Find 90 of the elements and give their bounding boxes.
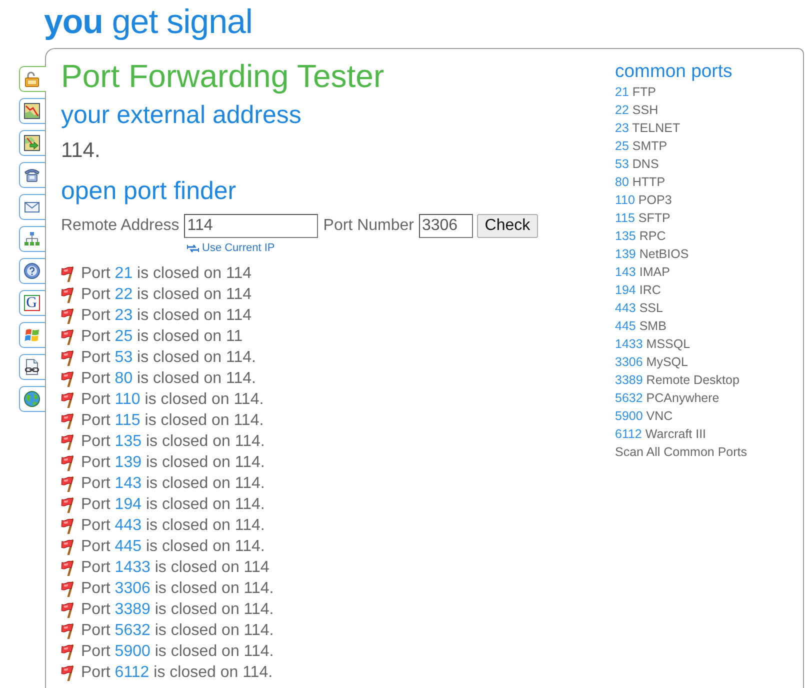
map-chart-icon [24,103,40,119]
common-port-link[interactable]: 3389 Remote Desktop [615,371,740,389]
port-status-text: Port 3389 is closed on 114. [81,600,274,620]
port-status-text: Port 135 is closed on 114. [81,432,265,452]
network-tree-icon [24,231,40,247]
field-label: Remote Address [61,216,180,236]
common-port-link[interactable]: 443 SSL [615,299,663,317]
port-status-text: Port 5900 is closed on 114. [81,642,274,662]
port-number-link[interactable]: 139 [114,454,142,470]
tool-tab[interactable]: G [19,290,45,316]
external-address-value: 114. [61,138,100,164]
port-status-text: Port 6112 is closed on 114. [81,662,273,682]
port-number-link[interactable]: 194 [114,496,142,512]
padlock-icon [24,71,40,87]
port-number-link[interactable]: 443 [114,516,142,534]
port-number-link[interactable]: 25 [114,328,133,344]
common-port-link[interactable]: 3306 MySQL [615,353,688,371]
port-status-text: Port 3306 is closed on 114. [81,578,274,598]
port-number-link[interactable]: 110 [114,390,140,408]
common-port-link[interactable]: 23 TELNET [615,119,680,137]
port-status-text: Port 22 is closed on 114 [81,284,252,304]
port-number-link[interactable]: 6112 [114,664,150,680]
document-link-icon [24,359,40,375]
port-number-link[interactable]: 21 [114,264,133,282]
port-number-link[interactable]: 53 [114,348,133,366]
port-number-link[interactable]: 115 [114,412,140,428]
port-number-link[interactable]: 445 [114,538,142,554]
port-number-link[interactable]: 5900 [114,642,150,660]
site-logo[interactable]: you get signal [44,3,252,41]
port-status-text: Port 23 is closed on 114 [81,306,252,326]
refresh-arrows-icon [187,244,199,252]
port-status-text: Port 139 is closed on 114. [81,452,265,472]
port-number-link[interactable]: 3389 [114,600,150,618]
field-label: Port Number [323,216,414,236]
port-status-text: Port 1433 is closed on 114 [81,558,270,578]
port-number-link[interactable]: 23 [114,306,133,324]
remote-address-input[interactable]: 114 [184,214,318,238]
help-icon [24,263,40,279]
common-port-link[interactable]: 5900 VNC [615,407,673,425]
port-status-text: Port 80 is closed on 114. [81,368,256,388]
tool-tab[interactable] [19,98,45,124]
port-status-text: Port 443 is closed on 114. [81,516,265,536]
scan-all-ports-link[interactable]: Scan All Common Ports [615,443,747,461]
port-number-link[interactable]: 135 [114,432,142,450]
section-heading: open port finder [61,176,236,206]
port-number-link[interactable]: 3306 [114,580,150,596]
common-port-link[interactable]: 6112 Warcraft III [615,425,706,443]
tool-tab[interactable] [19,130,45,156]
common-port-link[interactable]: 5632 PCAnywhere [615,389,720,407]
port-number-link[interactable]: 143 [114,474,142,492]
letter-tile-icon: G [24,295,40,311]
port-number-link[interactable]: 5632 [114,622,150,638]
port-number-link[interactable]: 80 [114,370,133,386]
tool-tab[interactable] [19,354,45,380]
common-port-link[interactable]: 139 NetBIOS [615,245,689,263]
port-status-text: Port 25 is closed on 11 [81,326,243,346]
common-port-link[interactable]: 1433 MSSQL [615,335,690,353]
port-status-text: Port 115 is closed on 114. [81,410,264,430]
port-status-text: Port 5632 is closed on 114. [81,620,274,640]
common-port-link[interactable]: 22 SSH [615,101,658,119]
port-status-text: Port 21 is closed on 114 [81,264,252,284]
port-status-text: Port 110 is closed on 114. [81,390,264,410]
common-port-link[interactable]: 25 SMTP [615,137,668,155]
common-port-link[interactable]: 445 SMB [615,317,666,335]
tool-tab[interactable] [19,258,45,284]
common-port-link[interactable]: 110 POP3 [615,191,672,209]
envelope-icon [24,199,40,215]
common-port-link[interactable]: 53 DNS [615,155,659,173]
check-button[interactable]: Check [476,214,538,238]
common-port-link[interactable]: 143 IMAP [615,263,670,281]
sidebar-heading: common ports [615,60,732,82]
port-number-link[interactable]: 22 [114,286,133,302]
telephone-icon [24,167,40,183]
page-title: Port Forwarding Tester [61,58,384,94]
use-current-ip-link[interactable]: Use Current IP [202,242,275,254]
common-port-link[interactable]: 21 FTP [615,83,656,101]
globe-icon [24,391,40,407]
common-port-link[interactable]: 135 RPC [615,227,666,245]
port-status-text: Port 53 is closed on 114. [81,348,256,368]
port-status-text: Port 143 is closed on 114. [81,474,265,494]
tile-flag-icon [24,327,40,343]
port-number-link[interactable]: 1433 [114,558,150,576]
port-status-text: Port 445 is closed on 114. [81,536,265,556]
port-status-text: Port 194 is closed on 114. [81,494,265,514]
port-number-input[interactable]: 3306 [418,214,473,238]
common-port-link[interactable]: 194 IRC [615,281,661,299]
common-port-link[interactable]: 80 HTTP [615,173,666,191]
section-heading: your external address [61,100,302,130]
common-port-link[interactable]: 115 SFTP [615,209,670,227]
tool-tab[interactable] [19,162,45,188]
